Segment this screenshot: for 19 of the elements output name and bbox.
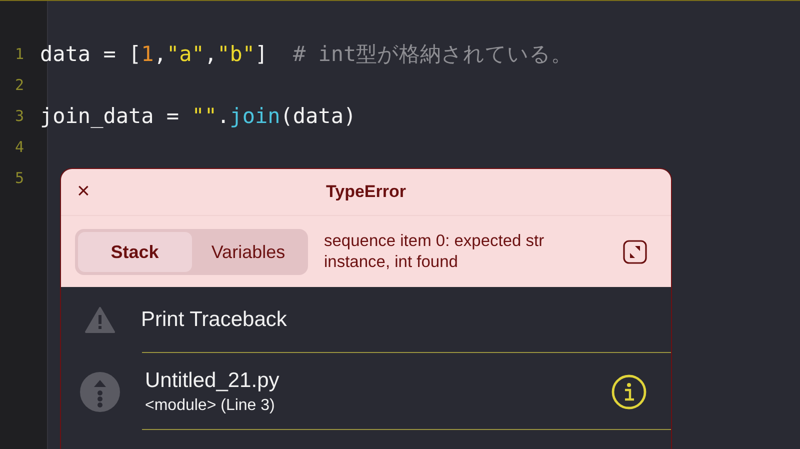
- stack-frame-icon: [80, 372, 120, 412]
- traceback-action[interactable]: Print Traceback: [141, 308, 287, 332]
- line-number: 4: [14, 138, 25, 156]
- segment-tab[interactable]: Variables: [192, 232, 305, 272]
- line-number: 3: [14, 106, 25, 124]
- line-number: 1: [14, 44, 25, 62]
- info-icon[interactable]: [611, 374, 647, 410]
- expand-icon[interactable]: [623, 240, 647, 264]
- code-line: join_data = "".join(data): [40, 104, 356, 128]
- frame-location: <module> (Line 3): [145, 396, 276, 414]
- popup-title: TypeError: [326, 182, 406, 202]
- line-number: 2: [14, 76, 25, 94]
- warning-icon: [85, 307, 115, 333]
- close-button[interactable]: ×: [73, 179, 94, 203]
- file-name: Untitled_21.py: [145, 368, 280, 392]
- error-message: sequence item 0: expected str instance, int found: [324, 231, 546, 273]
- line-number: 5: [14, 168, 25, 186]
- segment-tab[interactable]: Stack: [78, 232, 192, 272]
- code-line: data = [1,"a","b"] # int型が格納されている。: [40, 40, 572, 68]
